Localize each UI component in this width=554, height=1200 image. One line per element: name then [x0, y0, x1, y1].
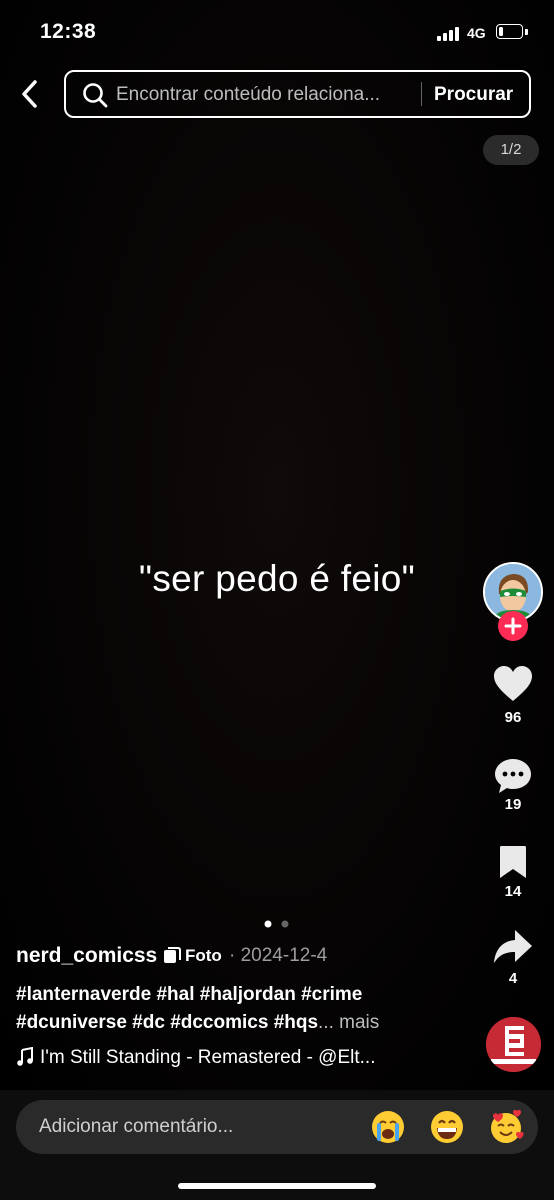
home-indicator[interactable]: [178, 1183, 376, 1189]
like-count: 96: [504, 709, 522, 726]
back-chevron-icon[interactable]: [16, 76, 46, 112]
plus-icon: [504, 617, 522, 635]
music-note-icon: [16, 1046, 34, 1072]
comment-count: 19: [504, 796, 522, 813]
photo-stack-icon: [163, 947, 181, 965]
share-icon: [494, 930, 532, 963]
photo-caption-text: "ser pedo é feio": [138, 558, 416, 599]
signal-icon: [437, 27, 461, 41]
save-button[interactable]: [483, 844, 543, 885]
battery-icon: [496, 24, 523, 39]
photo-page-dots: [263, 916, 293, 928]
status-time: 12:38: [40, 20, 97, 43]
comment-placeholder[interactable]: Adicionar comentário...: [39, 1116, 233, 1138]
post-date: · 2024-12-4: [229, 945, 328, 966]
follow-plus-button[interactable]: [498, 611, 528, 641]
creator-username[interactable]: nerd_comicss: [16, 944, 157, 968]
comment-icon: [495, 759, 531, 793]
share-count: 4: [508, 970, 518, 987]
comment-button[interactable]: [483, 757, 543, 800]
battery-nub: [525, 29, 528, 35]
bookmark-icon: [500, 846, 526, 878]
hashtags-line-1[interactable]: #lanternaverde #hal #haljordan #crime: [16, 984, 362, 1006]
search-button[interactable]: Procurar: [434, 84, 513, 106]
search-divider: [421, 82, 422, 106]
hashtags-line-2[interactable]: #dcuniverse #dc #dccomics #hqs... mais: [16, 1012, 379, 1034]
search-icon: [82, 82, 108, 108]
post-type-label: Foto: [185, 946, 222, 965]
save-count: 14: [504, 883, 522, 900]
network-label: 4G: [467, 25, 486, 41]
hashtags-line-2-text[interactable]: #dcuniverse #dc #dccomics #hqs: [16, 1012, 318, 1033]
like-button[interactable]: [483, 665, 543, 708]
share-button[interactable]: [483, 928, 543, 971]
music-disc[interactable]: [486, 1017, 541, 1072]
photo-counter: 1/2: [483, 135, 539, 165]
search-input[interactable]: Encontrar conteúdo relaciona...: [116, 84, 380, 106]
grinning-emoji-icon[interactable]: [429, 1109, 465, 1145]
heart-icon: [494, 666, 532, 701]
crying-emoji-icon[interactable]: [370, 1109, 406, 1145]
more-link[interactable]: ... mais: [318, 1012, 379, 1033]
music-track-label[interactable]: I'm Still Standing - Remastered - @Elt..…: [40, 1047, 375, 1069]
smiling-hearts-emoji-icon[interactable]: [488, 1109, 524, 1145]
